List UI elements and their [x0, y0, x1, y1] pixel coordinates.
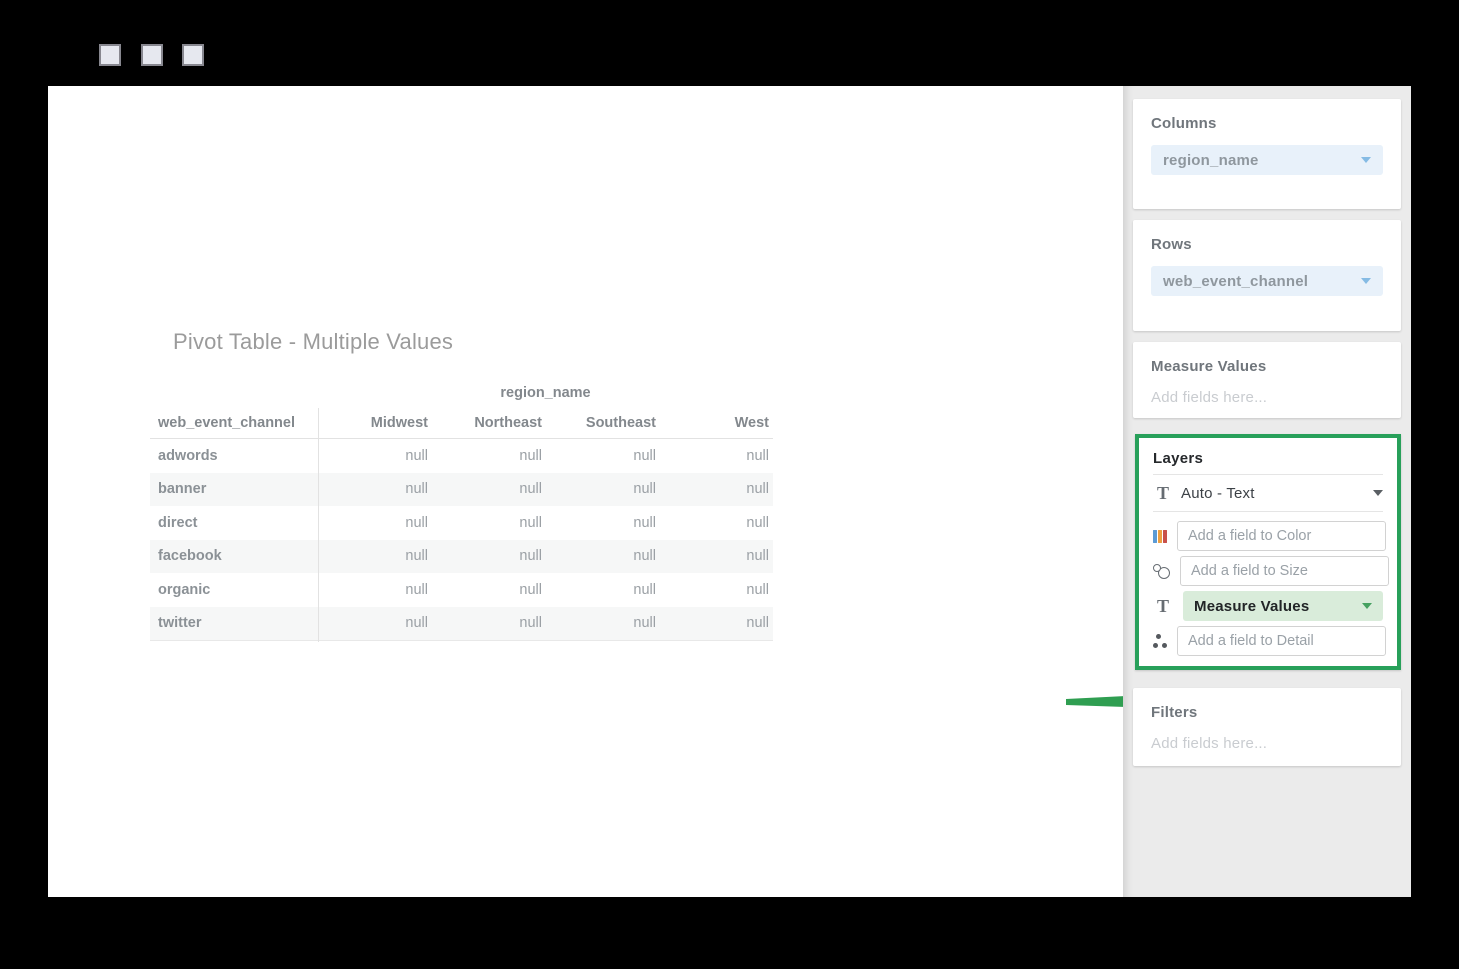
table-row: facebook null null null null [150, 540, 773, 574]
column-header: West [660, 415, 773, 431]
columns-panel-title: Columns [1151, 115, 1383, 132]
visualization-canvas: Pivot Table - Multiple Values region_nam… [48, 86, 1123, 897]
filters-drop-hint[interactable]: Add fields here... [1151, 735, 1383, 752]
viz-title: Pivot Table - Multiple Values [173, 329, 453, 355]
column-header: Southeast [546, 415, 660, 431]
color-field-row [1153, 521, 1383, 551]
rows-panel-title: Rows [1151, 236, 1383, 253]
measure-values-panel-title: Measure Values [1151, 358, 1383, 375]
rows-panel: Rows web_event_channel [1133, 220, 1401, 331]
chevron-down-icon [1361, 278, 1371, 284]
table-row: organic null null null null [150, 573, 773, 607]
text-field-label: Measure Values [1194, 598, 1362, 615]
pivot-header-row: web_event_channel Midwest Northeast Sout… [150, 408, 773, 439]
window-control-2[interactable] [141, 44, 163, 66]
pivot-column-dimension: region_name [318, 385, 773, 401]
columns-panel: Columns region_name [1133, 99, 1401, 209]
table-row: banner null null null null [150, 473, 773, 507]
layer-type-label: Auto - Text [1181, 485, 1373, 502]
filters-panel: Filters Add fields here... [1133, 688, 1401, 766]
color-field-input[interactable] [1177, 521, 1386, 551]
measure-values-panel: Measure Values Add fields here... [1133, 342, 1401, 418]
pivot-column-divider [318, 408, 319, 642]
pivot-row-dimension: web_event_channel [150, 415, 318, 431]
columns-field-pill[interactable]: region_name [1151, 145, 1383, 175]
app-window: Pivot Table - Multiple Values region_nam… [0, 0, 1459, 969]
table-row: direct null null null null [150, 506, 773, 540]
detail-field-input[interactable] [1177, 626, 1386, 656]
pivot-body: adwords null null null null banner null … [150, 439, 773, 641]
titlebar [48, 0, 1411, 86]
rows-field-label: web_event_channel [1163, 273, 1361, 290]
columns-field-label: region_name [1163, 152, 1361, 169]
three-dots-icon [1153, 634, 1167, 648]
field-settings-sidebar: Columns region_name Rows web_event_chann… [1123, 86, 1411, 897]
rows-field-pill[interactable]: web_event_channel [1151, 266, 1383, 296]
layers-panel-title: Layers [1153, 444, 1383, 474]
size-field-row [1153, 556, 1383, 586]
chevron-down-icon [1373, 490, 1383, 496]
pivot-table: region_name web_event_channel Midwest No… [150, 378, 773, 641]
layers-panel-highlighted: Layers T Auto - Text [1135, 434, 1401, 670]
table-row: adwords null null null null [150, 439, 773, 473]
layer-type-selector[interactable]: T Auto - Text [1153, 474, 1383, 512]
chevron-down-icon [1362, 603, 1372, 609]
column-header: Northeast [432, 415, 546, 431]
letter-T-icon: T [1153, 483, 1173, 504]
window-control-3[interactable] [182, 44, 204, 66]
window-control-1[interactable] [99, 44, 121, 66]
overlapping-circles-icon [1153, 564, 1170, 579]
column-header: Midwest [318, 415, 432, 431]
table-row: twitter null null null null [150, 607, 773, 641]
detail-field-row [1153, 626, 1383, 656]
size-field-input[interactable] [1180, 556, 1389, 586]
text-field-row: T Measure Values [1153, 591, 1383, 621]
bar-chart-palette-icon [1153, 530, 1167, 543]
measure-values-drop-hint[interactable]: Add fields here... [1151, 389, 1383, 406]
pivot-column-dimension-row: region_name [150, 378, 773, 408]
letter-T-icon: T [1153, 596, 1173, 617]
text-field-pill[interactable]: Measure Values [1183, 591, 1383, 621]
chevron-down-icon [1361, 157, 1371, 163]
filters-panel-title: Filters [1151, 704, 1383, 721]
